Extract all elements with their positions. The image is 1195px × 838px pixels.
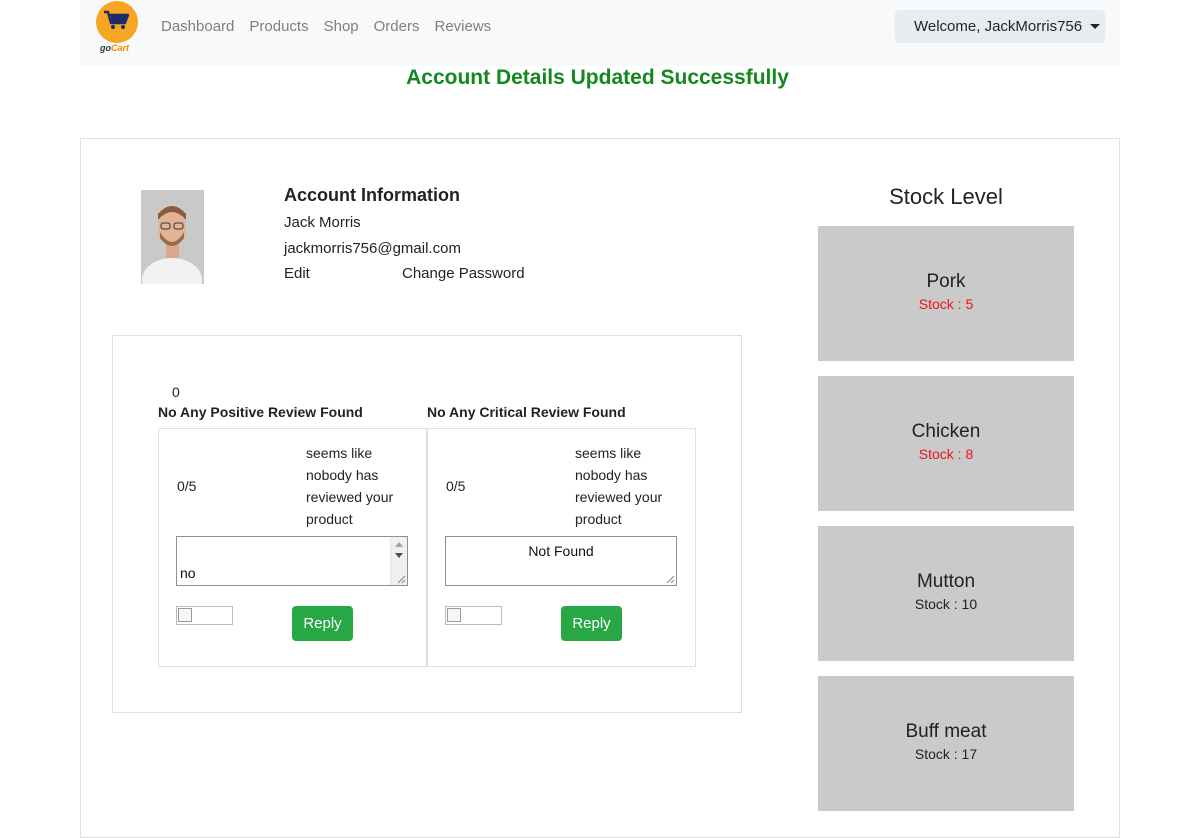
success-alert: Account Details Updated Successfully (406, 66, 789, 89)
stock-item-qty: Stock : 10 (914, 596, 978, 612)
review-count: 0 (172, 384, 180, 400)
user-menu-dropdown[interactable]: Welcome, JackMorris756 (895, 10, 1105, 43)
stock-card-pork: Pork Stock : 5 (818, 226, 1074, 361)
critical-reply-value: Not Found (528, 543, 594, 559)
nav-shop[interactable]: Shop (324, 18, 359, 35)
image-placeholder-icon (178, 608, 192, 622)
positive-review-card: 0/5 seems like nobody has reviewed your … (158, 428, 427, 667)
navbar: goCart Dashboard Products Shop Orders Re… (80, 0, 1120, 66)
stock-item-name: Mutton (916, 571, 976, 592)
welcome-label: Welcome, JackMorris756 (914, 18, 1083, 35)
resize-grip-icon[interactable] (665, 574, 675, 584)
account-name: Jack Morris (284, 214, 361, 231)
stock-item-name: Pork (926, 271, 966, 292)
account-title: Account Information (284, 185, 460, 205)
stock-item-qty: Stock : 5 (918, 296, 974, 312)
nav-products[interactable]: Products (249, 18, 308, 35)
stock-card-chicken: Chicken Stock : 8 (818, 376, 1074, 511)
profile-photo (141, 190, 204, 284)
broken-image-icon (445, 606, 502, 625)
stock-item-qty: Stock : 17 (914, 746, 978, 762)
stock-level-title: Stock Level (889, 184, 1003, 209)
scroll-up-icon[interactable] (395, 542, 403, 547)
nav-orders[interactable]: Orders (374, 18, 420, 35)
positive-reply-value: no (180, 565, 196, 581)
nav-links: Dashboard Products Shop Orders Reviews (161, 18, 506, 35)
critical-review-message: seems like nobody has reviewed your prod… (575, 445, 663, 527)
positive-reply-button[interactable]: Reply (292, 606, 353, 641)
stock-item-name: Chicken (911, 421, 981, 442)
stock-card-buff-meat: Buff meat Stock : 17 (818, 676, 1074, 811)
stock-card-mutton: Mutton Stock : 10 (818, 526, 1074, 661)
positive-reply-textarea[interactable]: no (176, 536, 408, 586)
broken-image-icon (176, 606, 233, 625)
scroll-down-icon[interactable] (395, 553, 403, 558)
nav-dashboard[interactable]: Dashboard (161, 18, 234, 35)
change-password-link[interactable]: Change Password (402, 265, 525, 282)
critical-reply-button[interactable]: Reply (561, 606, 622, 641)
positive-review-title: No Any Positive Review Found (158, 404, 363, 420)
caret-down-icon (1090, 24, 1101, 29)
stock-item-qty: Stock : 8 (918, 446, 974, 462)
critical-rating: 0/5 (446, 478, 466, 494)
critical-review-card: 0/5 seems like nobody has reviewed your … (427, 428, 696, 667)
avatar (141, 190, 204, 284)
positive-rating: 0/5 (177, 478, 197, 494)
edit-link[interactable]: Edit (284, 265, 310, 282)
positive-review-message: seems like nobody has reviewed your prod… (306, 445, 394, 527)
account-email: jackmorris756@gmail.com (284, 240, 461, 257)
resize-grip-icon[interactable] (396, 574, 406, 584)
critical-review-title: No Any Critical Review Found (427, 404, 626, 420)
image-placeholder-icon (447, 608, 461, 622)
nav-reviews[interactable]: Reviews (434, 18, 491, 35)
critical-reply-textarea[interactable]: Not Found (445, 536, 677, 586)
gocart-logo[interactable]: goCart (95, 1, 141, 55)
logo-text: goCart (100, 43, 130, 53)
cart-icon (104, 10, 130, 29)
stock-item-name: Buff meat (905, 721, 987, 742)
